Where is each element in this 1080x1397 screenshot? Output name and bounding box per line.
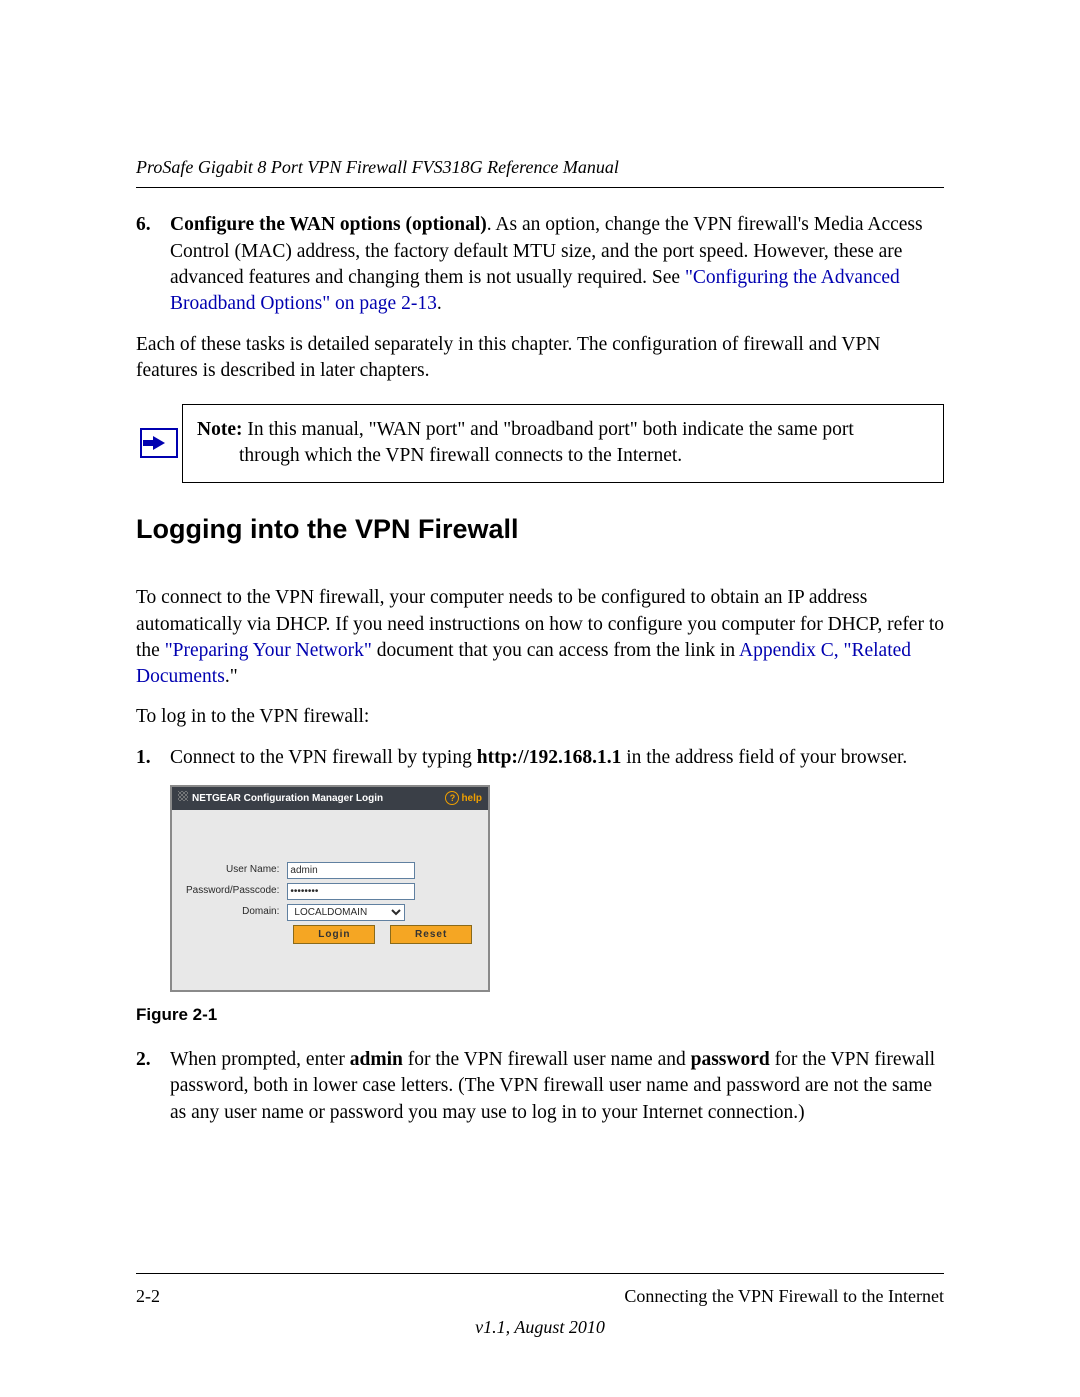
step2-c: for the VPN firewall user name and <box>403 1049 691 1070</box>
xref-preparing-network[interactable]: "Preparing Your Network" <box>165 640 372 661</box>
figure-caption: Figure 2-1 <box>136 1004 944 1027</box>
login-titlebar: NETGEAR Configuration Manager Login ?hel… <box>172 787 488 810</box>
step-1-body: Connect to the VPN firewall by typing ht… <box>170 745 944 771</box>
header-rule <box>136 187 944 188</box>
note-line1: In this manual, "WAN port" and "broadban… <box>242 419 853 440</box>
login-button[interactable]: Login <box>293 925 375 945</box>
footer-rule <box>136 1273 944 1274</box>
page-footer: 2-2 Connecting the VPN Firewall to the I… <box>136 1273 944 1339</box>
step-1-num: 1. <box>136 745 170 771</box>
username-input[interactable] <box>287 862 415 879</box>
label-password: Password/Passcode: <box>182 881 283 902</box>
login-title-text: NETGEAR Configuration Manager Login <box>192 793 383 804</box>
arrow-right-icon <box>140 428 178 458</box>
step-1: 1. Connect to the VPN firewall by typing… <box>136 745 944 771</box>
running-header: ProSafe Gigabit 8 Port VPN Firewall FVS3… <box>136 155 944 179</box>
step-2: 2. When prompted, enter admin for the VP… <box>136 1047 944 1126</box>
help-icon: ? <box>445 791 459 805</box>
reset-button[interactable]: Reset <box>390 925 472 945</box>
footer-version: v1.1, August 2010 <box>136 1315 944 1339</box>
step2-admin: admin <box>350 1049 403 1070</box>
footer-page-number: 2-2 <box>136 1284 160 1308</box>
help-text: help <box>461 792 482 806</box>
label-username: User Name: <box>182 860 283 881</box>
label-domain: Domain: <box>182 902 283 923</box>
list-item-6: 6. Configure the WAN options (optional).… <box>136 212 944 317</box>
intro-b: document that you can access from the li… <box>372 640 739 661</box>
footer-chapter-title: Connecting the VPN Firewall to the Inter… <box>624 1284 944 1308</box>
section-heading-login: Logging into the VPN Firewall <box>136 511 944 547</box>
note-box: Note: In this manual, "WAN port" and "br… <box>182 404 944 483</box>
step-2-body: When prompted, enter admin for the VPN f… <box>170 1047 944 1126</box>
list-number: 6. <box>136 212 170 317</box>
note-container: Note: In this manual, "WAN port" and "br… <box>136 404 944 483</box>
item6-lead: Configure the WAN options (optional) <box>170 214 487 235</box>
para-tasks-detailed: Each of these tasks is detailed separate… <box>136 332 944 385</box>
list-body: Configure the WAN options (optional). As… <box>170 212 944 317</box>
step1-url: http://192.168.1.1 <box>477 747 622 768</box>
note-label: Note: <box>197 419 242 440</box>
login-screenshot: NETGEAR Configuration Manager Login ?hel… <box>170 785 490 992</box>
step2-a: When prompted, enter <box>170 1049 350 1070</box>
note-icon-cell <box>136 404 182 483</box>
login-form: User Name: Password/Passcode: Domain: LO… <box>172 810 488 991</box>
grip-icon <box>178 791 188 801</box>
item6-tail: . <box>437 293 442 314</box>
note-line2: through which the VPN firewall connects … <box>197 443 925 469</box>
step2-password: password <box>691 1049 770 1070</box>
intro-para: To connect to the VPN firewall, your com… <box>136 585 944 690</box>
intro-c: ." <box>225 666 238 687</box>
password-input[interactable] <box>287 883 415 900</box>
step1-b: in the address field of your browser. <box>621 747 907 768</box>
to-login-line: To log in to the VPN firewall: <box>136 704 944 730</box>
help-link[interactable]: ?help <box>445 791 482 805</box>
domain-select[interactable]: LOCALDOMAIN <box>287 904 405 921</box>
step-2-num: 2. <box>136 1047 170 1126</box>
step1-a: Connect to the VPN firewall by typing <box>170 747 477 768</box>
login-title-left: NETGEAR Configuration Manager Login <box>178 791 383 806</box>
